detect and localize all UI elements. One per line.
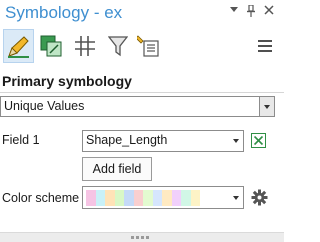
color-swatch — [181, 190, 191, 206]
pane-title: Symbology - ex — [5, 3, 123, 22]
renderer-dropdown-value: Unique Values — [4, 99, 85, 113]
grip-dots-icon — [131, 236, 149, 239]
funnel-icon — [108, 35, 128, 57]
color-scheme-label: Color scheme — [2, 191, 80, 205]
section-title: Primary symbology — [2, 73, 132, 89]
renderer-dropdown[interactable]: Unique Values — [0, 96, 275, 117]
color-swatch — [162, 190, 172, 206]
color-swatch — [124, 190, 134, 206]
labels-tool[interactable] — [134, 29, 162, 63]
label-list-icon — [137, 35, 159, 57]
field1-dropdown[interactable]: Shape_Length — [82, 130, 244, 152]
color-scheme-swatches — [86, 190, 200, 206]
color-swatch — [143, 190, 153, 206]
symbology-toolbar — [0, 29, 284, 65]
color-swatch — [86, 190, 96, 206]
layers-icon — [39, 34, 63, 58]
color-swatch — [133, 190, 143, 206]
chevron-down-icon[interactable] — [259, 97, 274, 116]
color-swatch — [114, 190, 124, 206]
field1-dropdown-value: Shape_Length — [86, 133, 168, 147]
pin-icon[interactable] — [244, 3, 258, 19]
color-swatch — [152, 190, 162, 206]
auto-hide-dropdown-icon[interactable] — [227, 3, 241, 19]
add-field-button[interactable]: Add field — [82, 157, 152, 181]
advanced-symbology-tool[interactable] — [104, 29, 132, 63]
pencil-icon — [7, 34, 31, 58]
expression-icon[interactable] — [251, 133, 266, 148]
field1-label: Field 1 — [2, 133, 40, 147]
color-scheme-dropdown[interactable] — [82, 186, 244, 209]
chevron-down-icon[interactable] — [228, 187, 243, 208]
color-swatch — [95, 190, 105, 206]
primary-symbology-tool[interactable] — [3, 29, 34, 63]
title-bar: Symbology - ex — [0, 0, 284, 27]
hamburger-menu-icon[interactable] — [258, 40, 272, 52]
gear-icon[interactable] — [251, 189, 268, 206]
pane-resize-handle[interactable] — [0, 232, 284, 242]
grid-hash-icon — [74, 35, 96, 57]
color-swatch — [105, 190, 115, 206]
color-swatch — [190, 190, 200, 206]
section-divider — [0, 92, 284, 93]
vary-symbology-tool[interactable] — [36, 29, 66, 63]
close-icon[interactable] — [262, 3, 276, 19]
symbol-layer-drawing-tool[interactable] — [70, 29, 100, 63]
chevron-down-icon[interactable] — [228, 131, 243, 151]
color-swatch — [171, 190, 181, 206]
